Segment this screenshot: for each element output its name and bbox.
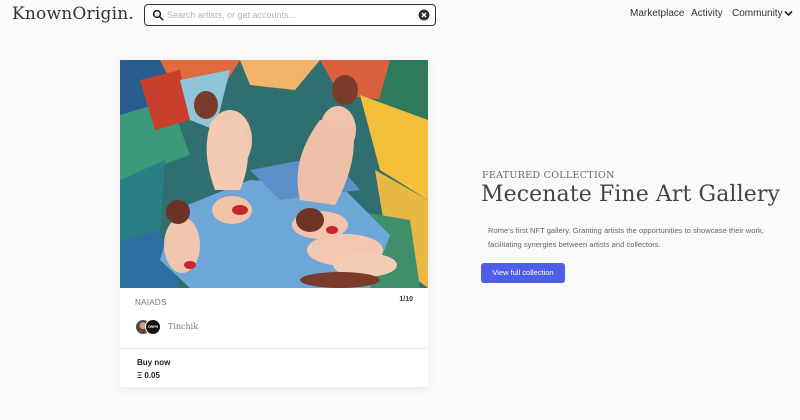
nav-activity[interactable]: Activity <box>691 8 723 19</box>
featured-description: Rome's first NFT gallery. Granting artis… <box>488 226 764 249</box>
avatar-badge: ORPH <box>147 325 159 329</box>
search-input[interactable] <box>167 7 407 23</box>
artist-avatars[interactable]: ORPH <box>135 319 163 335</box>
artwork-image[interactable] <box>120 60 428 288</box>
artwork-title[interactable]: NAIADS <box>135 298 167 307</box>
nav-community[interactable]: Community <box>732 8 783 19</box>
artwork-card[interactable]: NAIADS 1/10 ORPH Tinchik Buy now Ξ 0.05 <box>120 60 428 387</box>
buy-now-label: Buy now <box>137 358 171 367</box>
featured-title: Mecenate Fine Art Gallery <box>481 182 780 207</box>
search-icon <box>152 9 164 21</box>
artist-name[interactable]: Tinchik <box>168 322 198 331</box>
nav-marketplace[interactable]: Marketplace <box>630 8 684 19</box>
close-circle-icon[interactable] <box>418 9 430 21</box>
price-value: Ξ 0.05 <box>137 371 160 380</box>
site-logo[interactable]: KnownOrigin. <box>12 4 134 24</box>
view-collection-button[interactable]: View full collection <box>481 263 565 283</box>
chevron-down-icon[interactable] <box>784 10 793 17</box>
top-header: KnownOrigin. Marketplace Activity Commun… <box>0 0 800 30</box>
edition-count: 1/10 <box>399 296 413 303</box>
avatar[interactable]: ORPH <box>145 319 161 335</box>
search-bar[interactable] <box>144 4 436 26</box>
featured-label: FEATURED COLLECTION <box>482 170 615 181</box>
divider <box>120 348 428 349</box>
